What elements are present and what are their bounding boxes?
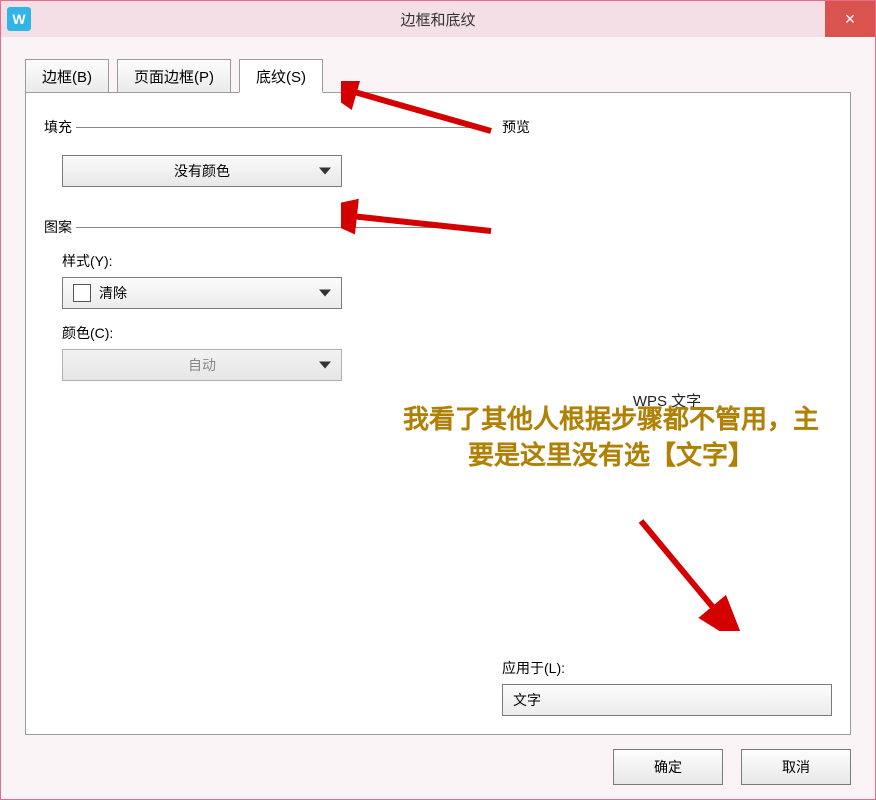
close-icon: × xyxy=(845,9,856,30)
apply-to-select[interactable]: 文字 xyxy=(502,684,832,716)
ok-button[interactable]: 确定 xyxy=(613,749,723,785)
chevron-down-icon xyxy=(319,362,331,369)
left-column: 填充 没有颜色 图案 样式(Y): xyxy=(44,117,482,716)
fill-color-combo[interactable]: 没有颜色 xyxy=(62,155,342,187)
tab-shading-label: 底纹(S) xyxy=(256,66,306,87)
tab-panel: 填充 没有颜色 图案 样式(Y): xyxy=(25,92,851,735)
apply-block: 应用于(L): 文字 xyxy=(502,658,832,716)
preview-content: WPS 文字 xyxy=(633,390,701,411)
fill-color-value: 没有颜色 xyxy=(174,161,230,181)
tab-strip: 边框(B) 页面边框(P) 底纹(S) xyxy=(1,37,875,93)
fill-section-label: 填充 xyxy=(44,117,72,137)
divider-line xyxy=(76,227,482,228)
cancel-button[interactable]: 取消 xyxy=(741,749,851,785)
preview-area: WPS 文字 xyxy=(502,143,832,658)
pattern-color-value: 自动 xyxy=(188,355,216,375)
fill-section-header: 填充 xyxy=(44,117,482,137)
pattern-section-header: 图案 xyxy=(44,217,482,237)
pattern-swatch-icon xyxy=(73,284,91,302)
color-label: 颜色(C): xyxy=(62,323,482,343)
cancel-button-label: 取消 xyxy=(782,757,810,777)
apply-to-label: 应用于(L): xyxy=(502,658,832,678)
divider-line xyxy=(76,127,482,128)
tab-page-border-label: 页面边框(P) xyxy=(134,66,214,87)
apply-to-value: 文字 xyxy=(513,690,541,710)
panel-columns: 填充 没有颜色 图案 样式(Y): xyxy=(44,117,832,716)
tab-shading[interactable]: 底纹(S) xyxy=(239,59,323,93)
right-column: 预览 WPS 文字 应用于(L): 文字 xyxy=(502,117,832,716)
chevron-down-icon xyxy=(319,168,331,175)
pattern-style-select[interactable]: 清除 xyxy=(62,277,342,309)
pattern-style-value: 清除 xyxy=(99,283,127,303)
tab-page-border[interactable]: 页面边框(P) xyxy=(117,59,231,93)
close-button[interactable]: × xyxy=(825,1,875,37)
pattern-color-select: 自动 xyxy=(62,349,342,381)
pattern-section-label: 图案 xyxy=(44,217,72,237)
preview-label: 预览 xyxy=(502,117,832,137)
tab-border-label: 边框(B) xyxy=(42,66,92,87)
style-label: 样式(Y): xyxy=(62,251,482,271)
chevron-down-icon xyxy=(319,290,331,297)
tab-border[interactable]: 边框(B) xyxy=(25,59,109,93)
ok-button-label: 确定 xyxy=(654,757,682,777)
app-icon-letter: W xyxy=(12,11,25,27)
dialog-window: W 边框和底纹 × 边框(B) 页面边框(P) 底纹(S) 填充 xyxy=(0,0,876,800)
dialog-buttons: 确定 取消 xyxy=(613,749,851,785)
app-icon: W xyxy=(7,7,31,31)
titlebar: W 边框和底纹 × xyxy=(1,1,875,37)
dialog-client-area: 边框(B) 页面边框(P) 底纹(S) 填充 没有 xyxy=(1,37,875,799)
dialog-title: 边框和底纹 xyxy=(1,9,875,30)
